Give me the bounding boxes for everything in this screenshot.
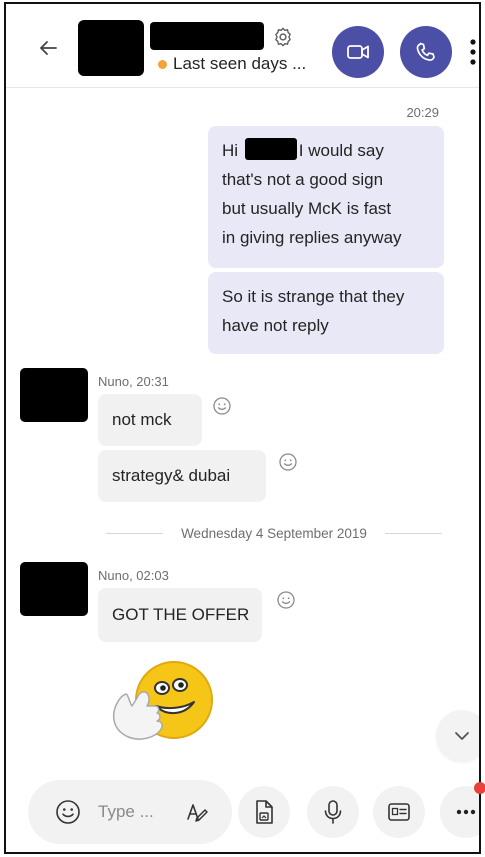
message-line: but usually McK is fast [222,199,392,218]
more-horizontal-icon [456,809,476,815]
video-call-button[interactable] [332,26,384,78]
message-line: Hi I would say [222,136,430,165]
contact-card-button[interactable] [373,786,425,838]
date-divider: Wednesday 4 September 2019 [106,522,443,544]
attach-file-button[interactable] [238,786,290,838]
microphone-icon [324,800,342,824]
presence-status-text: Last seen days ... [173,54,307,73]
scroll-to-bottom-button[interactable] [436,710,479,762]
message-line: have not reply [222,316,329,335]
sender-name-time: Nuno, 02:03 [98,568,169,583]
message-composer[interactable]: Type ... [28,780,232,844]
incoming-message-bubble[interactable]: GOT THE OFFER [98,588,262,642]
contact-card-icon [388,803,410,821]
sender-name-time: Nuno, 20:31 [98,374,169,389]
chevron-down-icon [455,732,469,740]
message-line: So it is strange that they [222,287,405,306]
message-text: strategy& dubai [112,466,231,485]
attach-file-icon [256,800,273,824]
grinning-thumbs-up-emoji-icon[interactable] [104,658,218,742]
emoji-icon[interactable] [54,798,82,826]
settings-icon[interactable] [272,26,294,48]
message-text: Hi [222,141,239,160]
contact-avatar-redacted[interactable] [78,20,144,76]
message-text: I would say [298,141,384,160]
back-arrow-icon[interactable] [36,36,60,60]
message-input[interactable]: Type ... [98,802,154,822]
message-line: in giving replies anyway [222,228,402,247]
reaction-smiley-icon[interactable] [212,396,232,416]
presence-dot-icon [158,59,167,69]
sender-avatar-redacted[interactable] [20,368,88,422]
presence-status: Last seen days ... [158,54,306,74]
format-icon[interactable] [184,799,210,825]
message-text: not mck [112,410,172,429]
incoming-message-bubble[interactable]: not mck [98,394,202,446]
audio-call-button[interactable] [400,26,452,78]
message-line: that's not a good sign [222,170,384,189]
chat-header: Last seen days ... [6,4,479,88]
video-call-icon [347,45,369,59]
outgoing-message-bubble[interactable]: Hi I would say that's not a good sign bu… [208,126,444,268]
more-options-button[interactable] [440,786,479,838]
phone-call-icon [416,42,435,61]
message-timestamp: 20:29 [406,105,439,120]
incoming-message-bubble[interactable]: strategy& dubai [98,450,266,502]
divider-line [106,532,164,534]
sender-avatar-redacted[interactable] [20,562,88,616]
divider-line [384,532,443,534]
outgoing-message-bubble[interactable]: So it is strange that they have not repl… [208,272,444,354]
date-divider-label: Wednesday 4 September 2019 [181,525,367,541]
message-text: GOT THE OFFER [112,605,250,624]
chat-window: Last seen days ... 20:29 Hi I would say … [4,2,481,854]
redacted-name [244,138,297,160]
reaction-smiley-icon[interactable] [276,590,296,610]
reaction-smiley-icon[interactable] [278,452,298,472]
notification-badge [474,782,485,794]
more-vertical-icon[interactable] [469,38,477,66]
voice-message-button[interactable] [307,786,359,838]
contact-name-redacted[interactable] [150,22,264,50]
